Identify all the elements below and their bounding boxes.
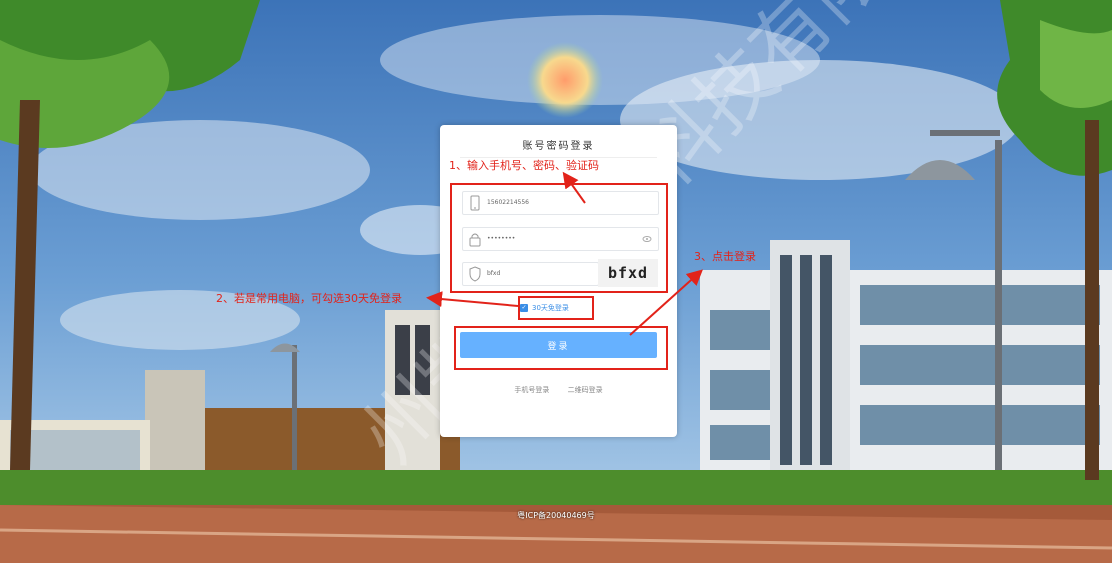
annotation-arrows xyxy=(426,171,703,336)
icp-footer[interactable]: 粤ICP备20040469号 xyxy=(0,510,1112,521)
annotation-step1: 1、输入手机号、密码、验证码 xyxy=(449,159,599,172)
annotation-step2: 2、若是常用电脑，可勾选30天免登录 xyxy=(216,292,402,305)
annotation-step3: 3、点击登录 xyxy=(694,250,756,263)
